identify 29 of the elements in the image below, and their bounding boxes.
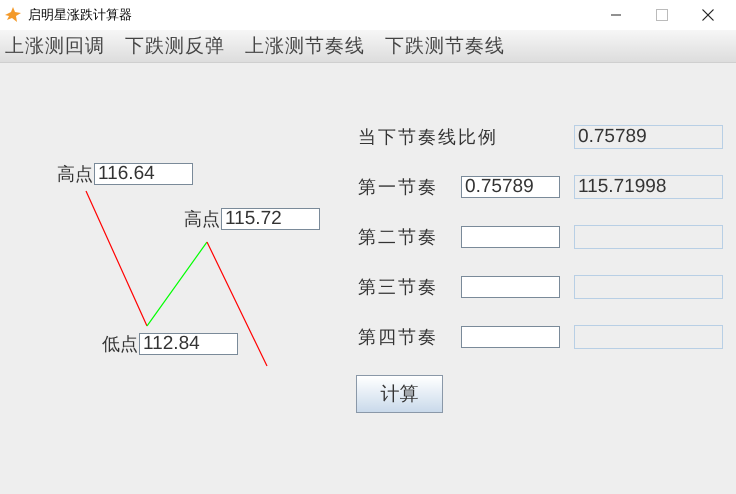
- app-logo-icon: [4, 7, 22, 23]
- price-field[interactable]: 116.64: [94, 163, 193, 185]
- rhythm-result-field[interactable]: [574, 325, 723, 349]
- maximize-icon[interactable]: [656, 9, 668, 21]
- rhythm-input-field[interactable]: 0.75789: [461, 176, 560, 198]
- rhythm-label: 第三节奏: [358, 276, 439, 299]
- ratio-field[interactable]: 0.75789: [574, 125, 723, 149]
- point-label: 高点: [57, 163, 93, 186]
- price-field[interactable]: 112.84: [139, 333, 238, 355]
- rhythm-label: 第一节奏: [358, 176, 439, 199]
- rhythm-input-field[interactable]: [461, 226, 560, 248]
- menu-item[interactable]: 上涨测节奏线: [245, 33, 365, 59]
- rhythm-label: 第二节奏: [358, 226, 439, 249]
- point-label: 低点: [102, 333, 138, 356]
- rhythm-result-field[interactable]: [574, 275, 723, 299]
- window-title: 启明星涨跌计算器: [28, 7, 132, 24]
- rhythm-input-field[interactable]: [461, 326, 560, 348]
- rhythm-result-field[interactable]: [574, 225, 723, 249]
- menu-item[interactable]: 下跌测反弹: [125, 33, 225, 59]
- rhythm-label: 第四节奏: [358, 326, 439, 349]
- rhythm-input-field[interactable]: [461, 276, 560, 298]
- rhythm-result-field[interactable]: 115.71998: [574, 175, 723, 199]
- price-field[interactable]: 115.72: [221, 208, 320, 230]
- point-label: 高点: [184, 208, 220, 231]
- menu-item[interactable]: 下跌测节奏线: [385, 33, 505, 59]
- close-icon[interactable]: [702, 9, 714, 21]
- ratio-label: 当下节奏线比例: [358, 126, 499, 149]
- calculate-button[interactable]: 计算: [356, 375, 443, 413]
- menu-item[interactable]: 上涨测回调: [5, 33, 105, 59]
